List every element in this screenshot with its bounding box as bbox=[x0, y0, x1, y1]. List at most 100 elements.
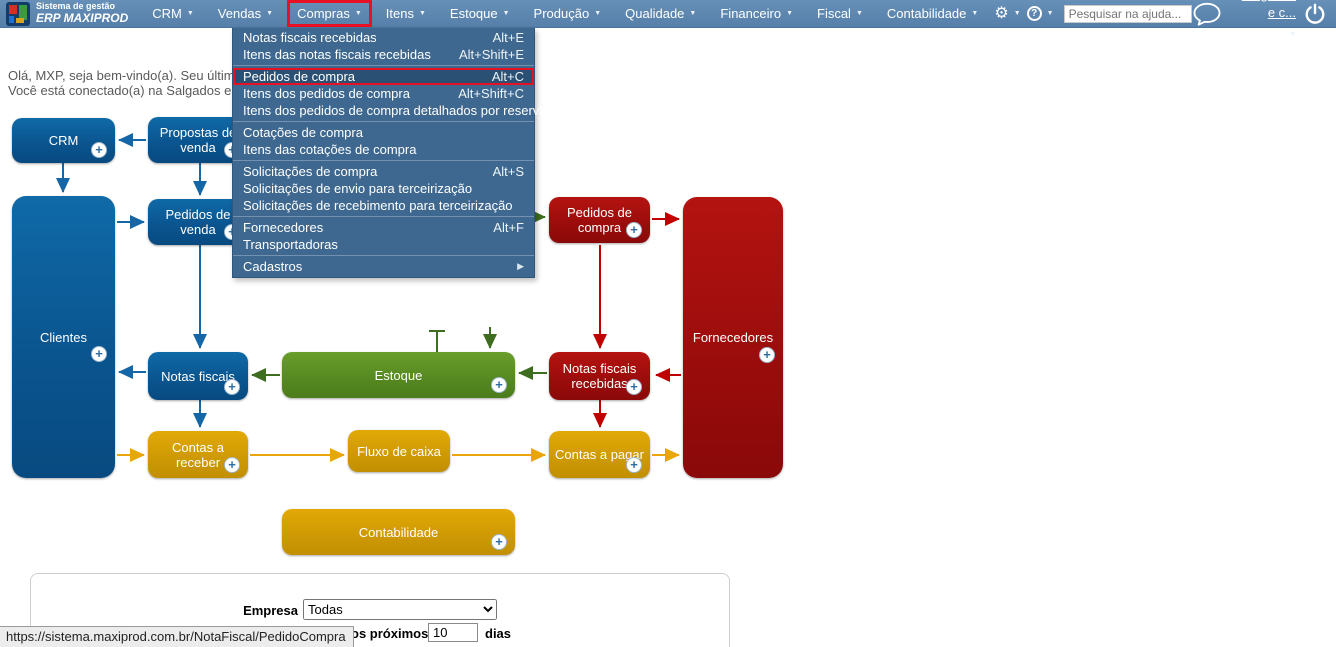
menu-fiscal[interactable]: Fiscal ▼ bbox=[807, 0, 873, 27]
dropdown-item-cadastros[interactable]: Cadastros ▶ bbox=[233, 258, 534, 275]
node-pedidos-compra[interactable]: Pedidos de compra + bbox=[549, 197, 650, 243]
menu-compras[interactable]: Compras ▼ bbox=[287, 0, 372, 27]
dropdown-item-solicitacoes-de-recebimento-para-terceirizacao[interactable]: Solicitações de recebimento para terceir… bbox=[233, 197, 534, 214]
dropdown-item-itens-das-cotacoes-de-compra[interactable]: Itens das cotações de compra bbox=[233, 141, 534, 158]
menu-separator bbox=[233, 160, 534, 161]
menu-qualidade[interactable]: Qualidade ▼ bbox=[615, 0, 706, 27]
caret-down-icon: ▼ bbox=[689, 10, 697, 17]
menu-separator bbox=[233, 216, 534, 217]
plus-icon[interactable]: + bbox=[491, 534, 507, 550]
brand-line2: ERP MAXIPROD bbox=[36, 10, 129, 25]
main-menu: CRM ▼ Vendas ▼ Compras ▼ Itens ▼ Estoque ▼ Produçã… bbox=[142, 0, 988, 27]
node-label: Estoque bbox=[374, 367, 423, 383]
chat-bubble-icon[interactable] bbox=[1192, 1, 1222, 27]
node-contas-pagar[interactable]: Contas a pagar + bbox=[549, 431, 650, 478]
settings-gear-icon[interactable]: ⚙ bbox=[994, 5, 1008, 22]
plus-icon[interactable]: + bbox=[224, 457, 240, 473]
dropdown-item-cotacoes-de-compra[interactable]: Cotações de compra bbox=[233, 124, 534, 141]
caret-down-icon: ▼ bbox=[186, 10, 194, 17]
node-label: Notas fiscais bbox=[161, 368, 235, 384]
plus-icon[interactable]: + bbox=[91, 346, 107, 362]
menu-separator bbox=[233, 255, 534, 256]
menu-label: Itens bbox=[385, 6, 414, 21]
logout-power-icon[interactable] bbox=[1304, 3, 1326, 25]
caret-down-icon: ▼ bbox=[266, 10, 274, 17]
node-notas-fiscais-recebidas[interactable]: Notas fiscais recebidas + bbox=[549, 352, 650, 400]
dropdown-item-label: Itens das notas fiscais recebidas bbox=[243, 47, 431, 62]
plus-icon[interactable]: + bbox=[224, 379, 240, 395]
node-label: Fornecedores bbox=[692, 330, 774, 345]
menu-itens[interactable]: Itens ▼ bbox=[376, 0, 436, 27]
dropdown-item-label: Cadastros bbox=[243, 259, 303, 274]
plus-icon[interactable]: + bbox=[759, 346, 775, 363]
dropdown-item-label: Solicitações de recebimento para terceir… bbox=[243, 198, 513, 213]
dropdown-item-label: Pedidos de compra bbox=[243, 69, 356, 84]
plus-icon[interactable]: + bbox=[626, 457, 642, 473]
node-estoque[interactable]: Estoque + bbox=[282, 352, 515, 398]
dropdown-item-label: Notas fiscais recebidas bbox=[243, 30, 377, 45]
menu-contabilidade[interactable]: Contabilidade ▼ bbox=[877, 0, 988, 27]
caret-down-icon: ▼ bbox=[354, 10, 362, 17]
plus-icon[interactable]: + bbox=[626, 222, 642, 238]
help-search-input[interactable] bbox=[1063, 4, 1192, 23]
plus-icon[interactable]: + bbox=[626, 379, 642, 395]
menu-separator bbox=[233, 121, 534, 122]
compras-dropdown-menu: Notas fiscais recebidas Alt+E Itens das no… bbox=[232, 28, 547, 278]
menu-vendas[interactable]: Vendas ▼ bbox=[208, 0, 283, 27]
node-contas-receber[interactable]: Contas a receber + bbox=[148, 431, 248, 478]
help-caret-icon[interactable]: ▼ bbox=[1047, 10, 1054, 17]
caret-down-icon: ▼ bbox=[855, 10, 863, 17]
dropdown-item-fornecedores[interactable]: Fornecedores Alt+F bbox=[233, 219, 534, 236]
node-fluxo-caixa[interactable]: Fluxo de caixa bbox=[348, 430, 450, 472]
dropdown-item-pedidos-de-compra[interactable]: Pedidos de compra Alt+C bbox=[233, 68, 534, 85]
dropdown-item-transportadoras[interactable]: Transportadoras bbox=[233, 236, 534, 253]
node-crm[interactable]: CRM + bbox=[12, 118, 115, 163]
menu-label: Contabilidade bbox=[886, 6, 967, 21]
shortcut-label: Alt+F bbox=[493, 220, 524, 235]
caret-down-icon: ▼ bbox=[418, 10, 426, 17]
node-contabilidade[interactable]: Contabilidade + bbox=[282, 509, 515, 555]
menu-crm[interactable]: CRM ▼ bbox=[142, 0, 204, 27]
shortcut-label: Alt+E bbox=[492, 30, 524, 45]
help-icon[interactable]: ? bbox=[1026, 6, 1042, 21]
node-clientes[interactable]: Clientes + bbox=[12, 196, 115, 478]
plus-icon[interactable]: + bbox=[91, 142, 107, 158]
plus-icon[interactable]: + bbox=[491, 377, 507, 393]
caret-down-icon: ▼ bbox=[502, 10, 510, 17]
dropdown-item-solicitacoes-de-envio-para-terceirizacao[interactable]: Solicitações de envio para terceirização bbox=[233, 180, 534, 197]
menu-label: Produção bbox=[533, 6, 590, 21]
node-notas-fiscais[interactable]: Notas fiscais + bbox=[148, 352, 248, 400]
dropdown-item-notas-fiscais-recebidas[interactable]: Notas fiscais recebidas Alt+E bbox=[233, 29, 534, 46]
menu-financeiro[interactable]: Financeiro ▼ bbox=[710, 0, 803, 27]
menu-separator bbox=[233, 65, 534, 66]
submenu-arrow-icon: ▶ bbox=[517, 261, 524, 271]
dropdown-item-label: Itens dos pedidos de compra detalhados p… bbox=[243, 103, 547, 118]
menu-producao[interactable]: Produção ▼ bbox=[524, 0, 612, 27]
app-logo-icon[interactable] bbox=[6, 1, 30, 26]
flowchart-arrows bbox=[56, 133, 681, 462]
dropdown-item-itens-dos-pedidos-de-compra[interactable]: Itens dos pedidos de compra Alt+Shift+C bbox=[233, 85, 534, 102]
company-link[interactable]: Salgados e c... bbox=[1242, 0, 1296, 20]
shortcut-label: Alt+Shift+C bbox=[458, 86, 524, 101]
node-label: Fluxo de caixa bbox=[357, 443, 441, 459]
user-caret-icon: ▼ bbox=[1289, 30, 1296, 38]
menu-label: Estoque bbox=[449, 6, 498, 21]
dropdown-item-label: Itens das cotações de compra bbox=[243, 142, 417, 157]
dropdown-item-label: Itens dos pedidos de compra bbox=[243, 86, 410, 101]
dropdown-item-label: Transportadoras bbox=[243, 237, 338, 252]
user-menu[interactable]: MXP ▼ bbox=[1257, 27, 1296, 39]
dropdown-item-label: Fornecedores bbox=[243, 220, 324, 235]
menu-label: Compras bbox=[297, 6, 350, 21]
account-block: Salgados e c... MXP ▼ bbox=[1232, 0, 1296, 41]
node-fornecedores[interactable]: Fornecedores + bbox=[683, 197, 783, 478]
node-label: CRM bbox=[48, 133, 79, 148]
dropdown-item-itens-dos-pedidos-de-compra-detalhados-por-reserva[interactable]: Itens dos pedidos de compra detalhados p… bbox=[233, 102, 547, 119]
dropdown-item-solicitacoes-de-compra[interactable]: Solicitações de compra Alt+S bbox=[233, 163, 534, 180]
caret-down-icon: ▼ bbox=[594, 10, 602, 17]
erp-maxiprod-page: Sistema de gestão ERP MAXIPROD CRM ▼ Venda… bbox=[0, 0, 1336, 647]
shortcut-label: Alt+S bbox=[492, 164, 524, 179]
dropdown-item-label: Cotações de compra bbox=[243, 125, 363, 140]
menu-estoque[interactable]: Estoque ▼ bbox=[440, 0, 520, 27]
dropdown-item-itens-das-notas-fiscais-recebidas[interactable]: Itens das notas fiscais recebidas Alt+Shi… bbox=[233, 46, 534, 63]
settings-caret-icon[interactable]: ▼ bbox=[1014, 10, 1021, 17]
